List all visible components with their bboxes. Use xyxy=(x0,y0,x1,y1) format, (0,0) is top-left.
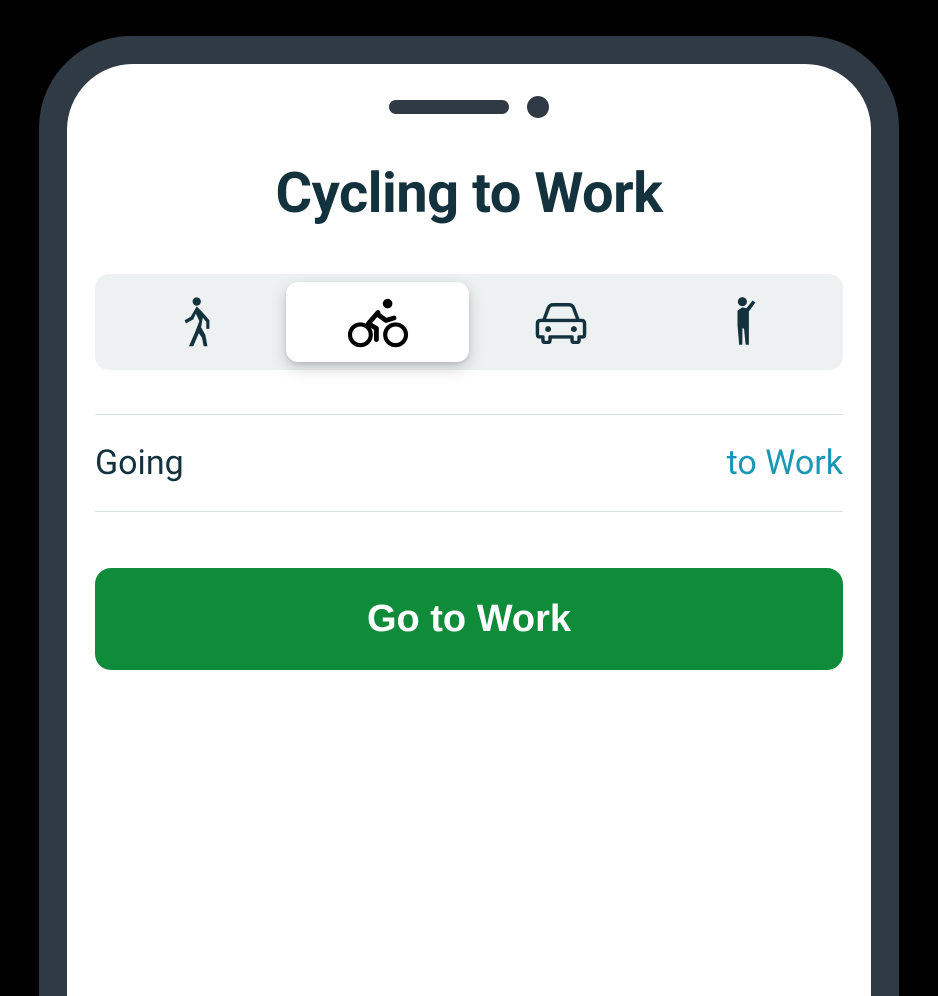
car-icon xyxy=(534,300,588,344)
device-notch xyxy=(95,96,843,118)
tab-cycling[interactable] xyxy=(286,282,469,362)
page-title: Cycling to Work xyxy=(95,160,843,226)
destination-value[interactable]: to Work xyxy=(727,443,843,483)
transport-mode-tabs xyxy=(95,274,843,370)
tab-rideshare[interactable] xyxy=(652,282,835,362)
tab-walking[interactable] xyxy=(103,282,286,362)
waving-person-icon xyxy=(726,296,762,348)
phone-frame: Cycling to Work xyxy=(39,36,899,996)
camera-dot xyxy=(527,96,549,118)
tab-car[interactable] xyxy=(469,282,652,362)
destination-label: Going xyxy=(95,443,184,483)
phone-screen: Cycling to Work xyxy=(67,64,871,996)
cycling-icon xyxy=(346,296,410,348)
destination-row[interactable]: Going to Work xyxy=(95,414,843,512)
go-to-work-button[interactable]: Go to Work xyxy=(95,568,843,670)
walking-icon xyxy=(174,296,216,348)
speaker-slot xyxy=(389,100,509,114)
